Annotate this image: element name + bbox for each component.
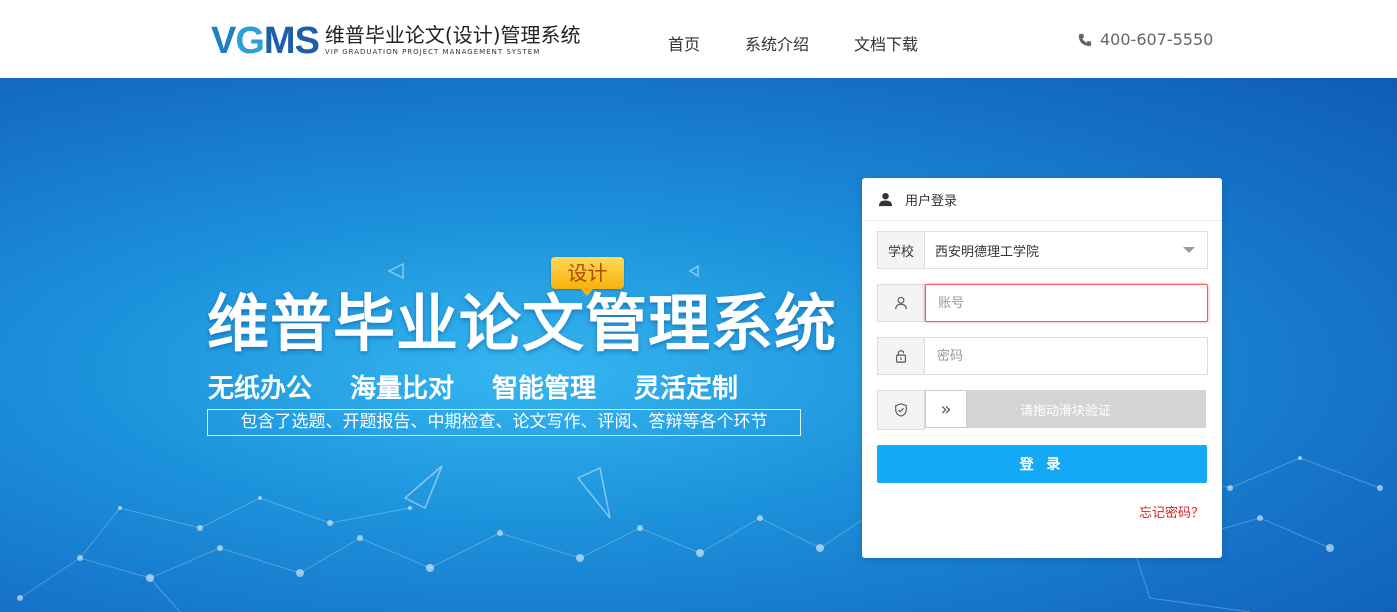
user-outline-icon [895, 296, 907, 310]
school-select[interactable]: 学校 西安明德理工学院 [877, 231, 1208, 269]
phone-contact: 400-607-5550 [1078, 30, 1213, 49]
logo-subtitle: VIP GRADUATION PROJECT MANAGEMENT SYSTEM [324, 48, 541, 56]
password-addon [878, 338, 925, 374]
nav-system-intro[interactable]: 系统介绍 [745, 31, 809, 55]
slider-addon [877, 390, 925, 430]
logo-title: 维普毕业论文(设计)管理系统 [324, 23, 581, 47]
chevron-down-icon[interactable] [1183, 247, 1195, 253]
school-label: 学校 [878, 232, 925, 268]
account-addon [878, 285, 925, 321]
forgot-password-link[interactable]: 忘记密码？ [1139, 502, 1204, 521]
hero-tag: 灵活定制 [634, 374, 739, 404]
slider-captcha[interactable]: » 请拖动滑块验证 [877, 390, 1206, 430]
hero-tag: 海量比对 [350, 374, 455, 404]
logo-mark-g: G [235, 20, 265, 62]
phone-number: 400-607-5550 [1100, 30, 1214, 49]
hero-title: 维普毕业论文管理系统 [207, 287, 838, 360]
slider-track[interactable]: » 请拖动滑块验证 [925, 390, 1206, 428]
account-field[interactable] [877, 284, 1208, 322]
school-value: 西安明德理工学院 [935, 244, 1040, 260]
slider-handle[interactable]: » [925, 390, 967, 428]
logo-mark-ms: MS [263, 20, 320, 62]
school-select-value-box[interactable]: 西安明德理工学院 [925, 232, 1207, 268]
logo-mark: VGMS [211, 20, 320, 62]
account-input[interactable] [936, 294, 1200, 312]
hero-tags: 无纸办公 海量比对 智能管理 灵活定制 [208, 368, 738, 405]
nav-doc-download[interactable]: 文档下载 [854, 31, 918, 55]
logo-text: 维普毕业论文(设计)管理系统 VIP GRADUATION PROJECT MA… [325, 24, 581, 56]
hero-tag: 无纸办公 [208, 374, 313, 404]
login-button[interactable]: 登 录 [877, 445, 1207, 483]
lock-icon [896, 350, 906, 363]
phone-icon [1078, 33, 1092, 46]
slider-text: 请拖动滑块验证 [1019, 403, 1111, 419]
password-input-box[interactable] [925, 338, 1207, 374]
shield-icon [895, 403, 907, 417]
user-icon [878, 192, 893, 206]
logo[interactable]: VGMS 维普毕业论文(设计)管理系统 VIP GRADUATION PROJE… [211, 22, 581, 60]
login-header: 用户登录 [862, 178, 1222, 221]
password-input[interactable] [935, 347, 1199, 365]
account-input-box[interactable] [925, 284, 1208, 322]
login-panel: 用户登录 学校 西安明德理工学院 » 请拖动滑块验证 登 录 [862, 178, 1222, 558]
header: VGMS 维普毕业论文(设计)管理系统 VIP GRADUATION PROJE… [0, 0, 1397, 78]
login-title: 用户登录 [905, 193, 958, 209]
logo-mark-v: V [211, 20, 236, 62]
hero-description: 包含了选题、开题报告、中期检查、论文写作、评阅、答辩等各个环节 [207, 409, 801, 436]
hero-tag: 智能管理 [492, 374, 597, 404]
password-field[interactable] [877, 337, 1208, 375]
nav-home[interactable]: 首页 [668, 31, 700, 55]
